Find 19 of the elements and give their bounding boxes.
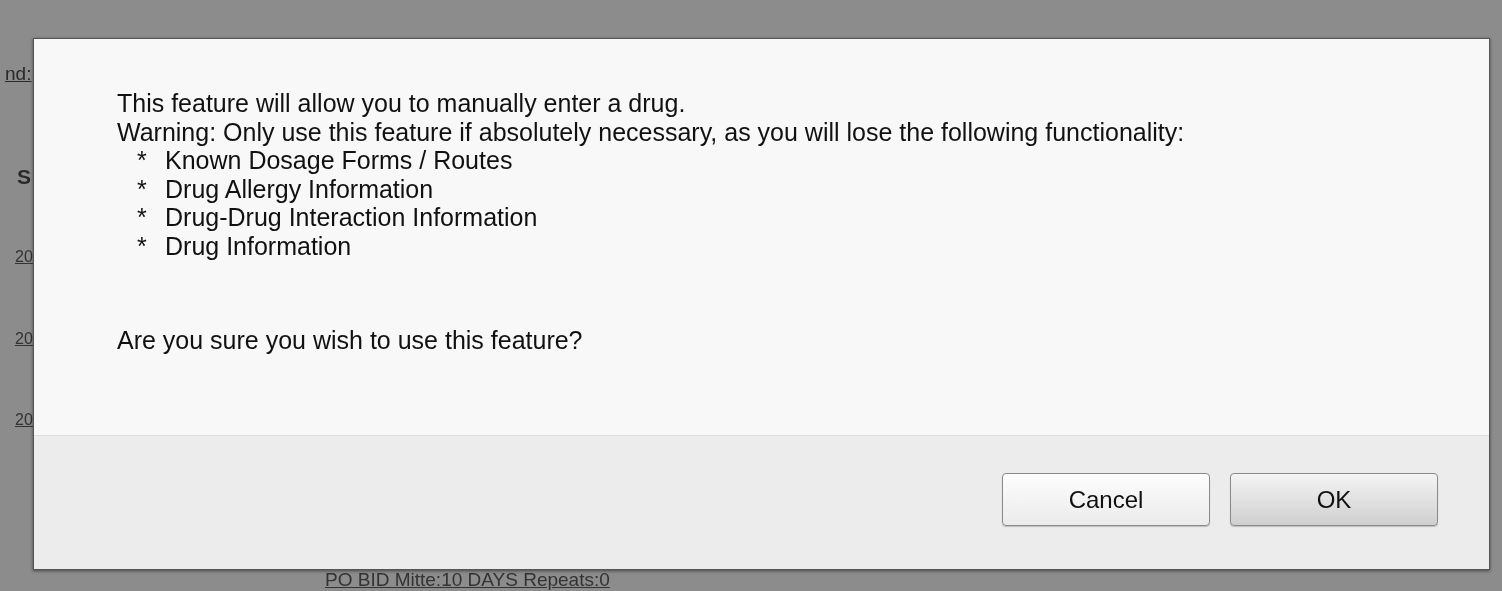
question-text: Are you sure you wish to use this feature? — [117, 326, 584, 354]
filter-link[interactable]: nd: — [5, 63, 32, 85]
bullet-marker: * — [137, 231, 148, 260]
date-link[interactable]: 20 — [15, 409, 33, 431]
ok-button[interactable]: OK — [1230, 473, 1438, 526]
cancel-button[interactable]: Cancel — [1002, 473, 1210, 526]
bullet-text: Known Dosage Forms / Routes — [165, 146, 513, 175]
bullet-text: Drug Allergy Information — [165, 174, 434, 203]
date-link[interactable]: 20 — [15, 246, 33, 268]
bullet-text: Drug-Drug Interaction Information — [165, 203, 538, 232]
bullet-text: Drug Information — [165, 231, 352, 260]
bullet-marker: * — [137, 146, 148, 175]
medication-link[interactable]: PO BID Mitte:10 DAYS Repeats:0 — [325, 569, 610, 591]
message-text: This feature will allow you to manually enter a drug. — [117, 89, 687, 118]
column-header: S — [17, 166, 31, 188]
message-text: Warning: Only use this feature if absolutely necessary, as you will lose the following functionality: — [117, 117, 1186, 146]
bullet-marker: * — [137, 174, 148, 203]
date-link[interactable]: 20 — [15, 328, 33, 350]
bullet-marker: * — [137, 203, 148, 232]
